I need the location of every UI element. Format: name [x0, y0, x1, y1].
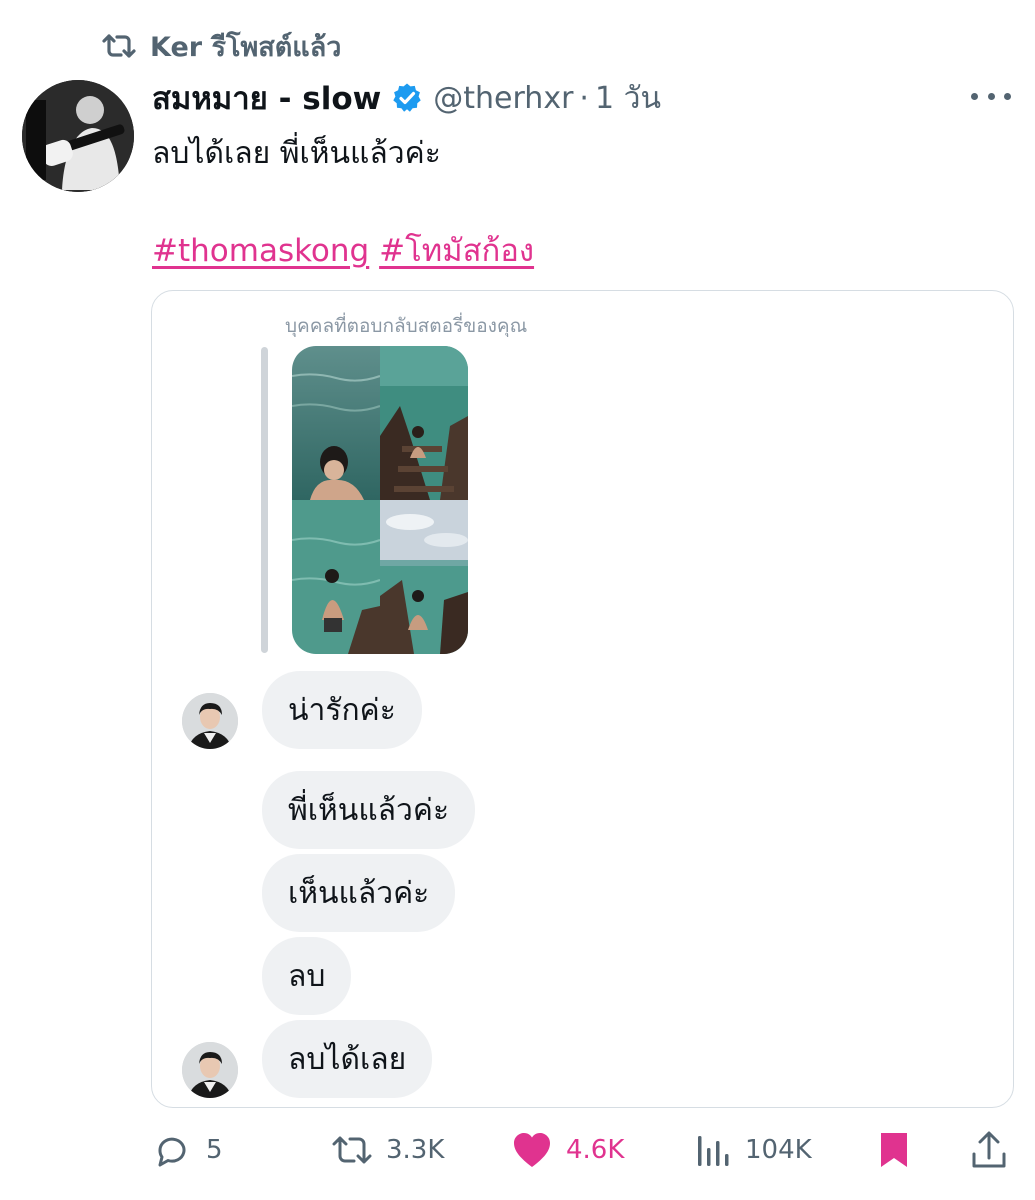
- message-bubble: เห็นแล้วค่ะ: [262, 854, 456, 932]
- heart-icon: [512, 1131, 552, 1169]
- more-options-icon[interactable]: [971, 84, 1011, 108]
- message-bubble: ลบได้เลย: [262, 1020, 433, 1098]
- story-photo: [292, 500, 380, 654]
- repost-button[interactable]: 3.3K: [332, 1118, 444, 1182]
- reply-button[interactable]: 5: [152, 1118, 223, 1182]
- repost-icon: [332, 1132, 372, 1168]
- author-handle[interactable]: @therhxr: [433, 81, 573, 116]
- post-header: สมหมาย - slow @therhxr · 1 วัน: [152, 74, 661, 122]
- quote-bar: [261, 347, 268, 653]
- story-reply-label: บุคคลที่ตอบกลับสตอรี่ของคุณ: [285, 315, 528, 337]
- sender-avatar: [182, 693, 238, 749]
- story-photo: [380, 346, 468, 500]
- repost-label: Ker รีโพสต์แล้ว: [150, 31, 342, 63]
- reply-count: 5: [206, 1135, 223, 1165]
- bookmark-icon: [878, 1130, 910, 1170]
- story-photo: [292, 346, 380, 500]
- reply-icon: [152, 1130, 192, 1170]
- views-count: 104K: [745, 1135, 812, 1165]
- sender-avatar: [182, 1042, 238, 1098]
- share-icon: [970, 1130, 1008, 1170]
- post-text: ลบได้เลย พี่เห็นแล้วค่ะ: [152, 136, 441, 171]
- hashtag-link[interactable]: #thomaskong: [152, 233, 369, 269]
- share-button[interactable]: [970, 1118, 1008, 1182]
- hashtag-link[interactable]: #โทมัสก้อง: [379, 233, 534, 269]
- bookmark-button[interactable]: [878, 1118, 910, 1182]
- like-count: 4.6K: [566, 1135, 625, 1165]
- views-icon: [695, 1132, 731, 1168]
- author-avatar[interactable]: [22, 80, 134, 192]
- story-thumbnail: [292, 346, 468, 654]
- story-photo: [380, 500, 468, 654]
- action-bar: 5 3.3K 4.6K 104K: [0, 1118, 1035, 1182]
- hashtags: #thomaskong #โทมัสก้อง: [152, 225, 534, 275]
- views-button[interactable]: 104K: [695, 1118, 812, 1182]
- like-button[interactable]: 4.6K: [512, 1118, 624, 1182]
- message-bubble: พี่เห็นแล้วค่ะ: [262, 771, 476, 849]
- post-time[interactable]: 1 วัน: [595, 75, 661, 122]
- author-name[interactable]: สมหมาย - slow: [152, 73, 381, 123]
- verified-badge-icon: [391, 82, 423, 114]
- attached-image[interactable]: บุคคลที่ตอบกลับสตอรี่ของคุณ น่ารักค่ะ พี…: [151, 290, 1014, 1108]
- repost-indicator[interactable]: Ker รีโพสต์แล้ว: [100, 26, 341, 66]
- message-bubble: น่ารักค่ะ: [262, 671, 422, 749]
- repost-count: 3.3K: [386, 1135, 445, 1165]
- message-bubble: ลบ: [262, 937, 352, 1015]
- separator-dot: ·: [579, 80, 589, 116]
- repost-icon: [100, 27, 138, 65]
